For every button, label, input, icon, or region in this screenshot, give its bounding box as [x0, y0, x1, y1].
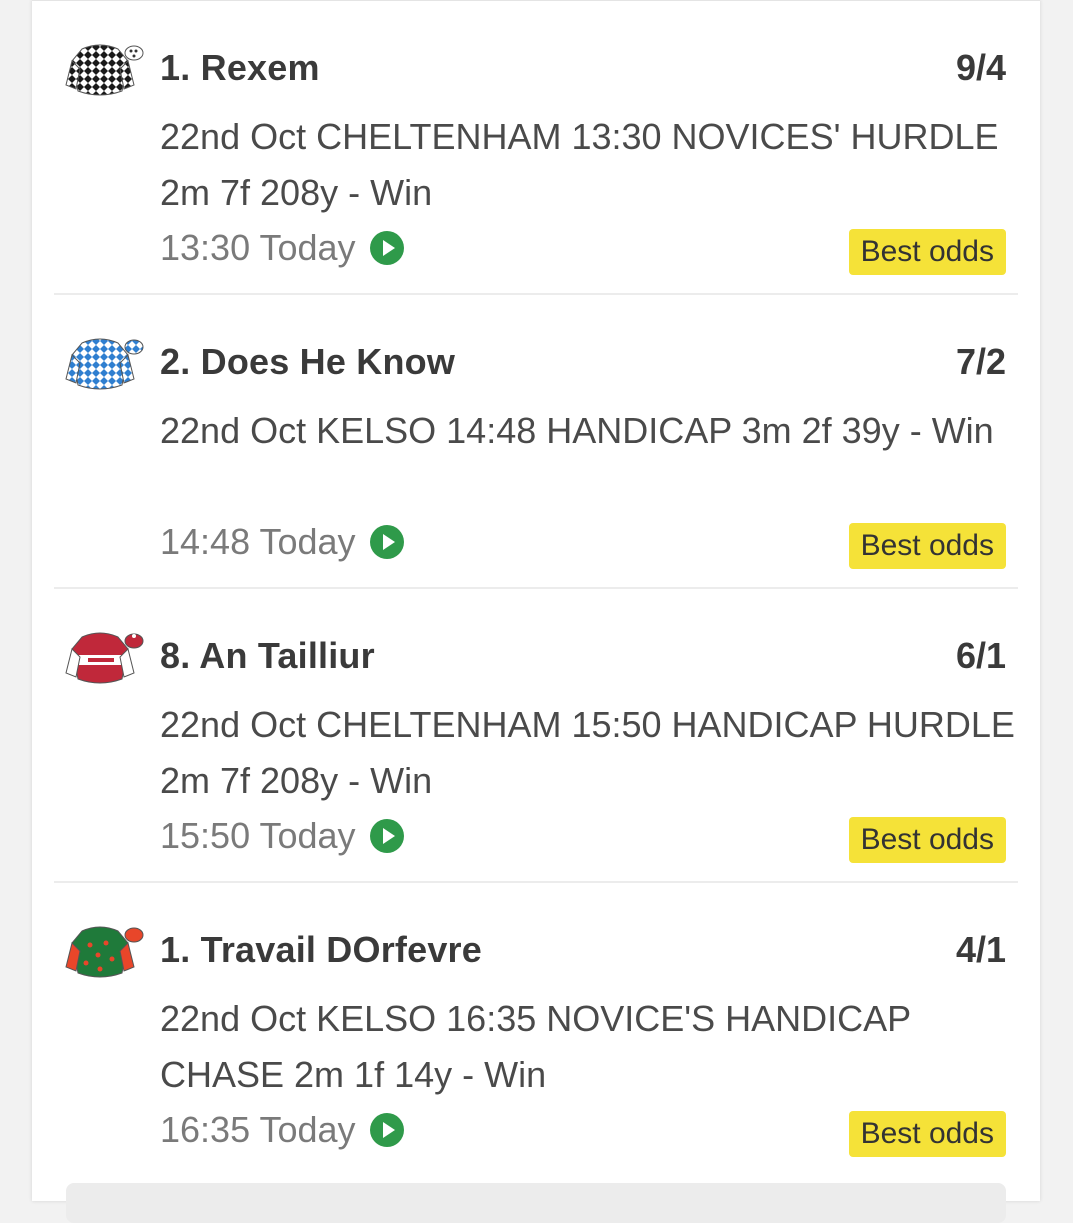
jockey-silk-icon: [65, 926, 144, 978]
race-time: 13:30 Today: [160, 227, 404, 269]
odds-price[interactable]: 6/1: [956, 635, 1006, 677]
selection-row[interactable]: 1. Rexem 9/4 22nd Oct CHELTENHAM 13:30 N…: [54, 1, 1018, 295]
race-description: 22nd Oct CHELTENHAM 13:30 NOVICES' HURDL…: [160, 116, 999, 213]
race-time: 14:48 Today: [160, 521, 404, 563]
runner-name: 2. Does He Know: [160, 341, 456, 382]
race-time-label: 16:35 Today: [160, 1109, 356, 1150]
odds-price[interactable]: 7/2: [956, 341, 1006, 383]
selection-row[interactable]: 2. Does He Know 7/2 22nd Oct KELSO 14:48…: [54, 295, 1018, 589]
race-time-label: 15:50 Today: [160, 815, 356, 856]
runner-name: 8. An Tailliur: [160, 635, 375, 676]
selection-row[interactable]: 8. An Tailliur 6/1 22nd Oct CHELTENHAM 1…: [54, 589, 1018, 883]
race-time: 15:50 Today: [160, 815, 404, 857]
play-icon[interactable]: [369, 819, 404, 853]
race-time-label: 14:48 Today: [160, 521, 356, 562]
best-odds-badge: Best odds: [848, 817, 1006, 863]
jockey-silk-icon: [65, 338, 144, 390]
race-description: 22nd Oct KELSO 16:35 NOVICE'S HANDICAP C…: [160, 998, 911, 1095]
play-icon[interactable]: [369, 231, 404, 265]
best-odds-badge: Best odds: [848, 1111, 1006, 1157]
best-odds-badge: Best odds: [848, 229, 1006, 275]
race-time: 16:35 Today: [160, 1109, 404, 1151]
selection-row[interactable]: 1. Travail DOrfevre 4/1 22nd Oct KELSO 1…: [54, 883, 1018, 1177]
race-description: 22nd Oct KELSO 14:48 HANDICAP 3m 2f 39y …: [160, 410, 994, 451]
selections-card: 1. Rexem 9/4 22nd Oct CHELTENHAM 13:30 N…: [32, 0, 1040, 1223]
odds-price[interactable]: 4/1: [956, 929, 1006, 971]
race-time-label: 13:30 Today: [160, 227, 356, 268]
race-description: 22nd Oct CHELTENHAM 15:50 HANDICAP HURDL…: [160, 704, 1015, 801]
jockey-silk-icon: [65, 632, 144, 684]
runner-name: 1. Rexem: [160, 47, 320, 88]
play-icon[interactable]: [369, 1113, 404, 1147]
odds-price[interactable]: 9/4: [956, 47, 1006, 89]
jockey-silk-icon: [65, 44, 144, 96]
play-icon[interactable]: [369, 525, 404, 559]
next-section-box: [66, 1183, 1006, 1223]
runner-name: 1. Travail DOrfevre: [160, 929, 482, 970]
best-odds-badge: Best odds: [848, 523, 1006, 569]
